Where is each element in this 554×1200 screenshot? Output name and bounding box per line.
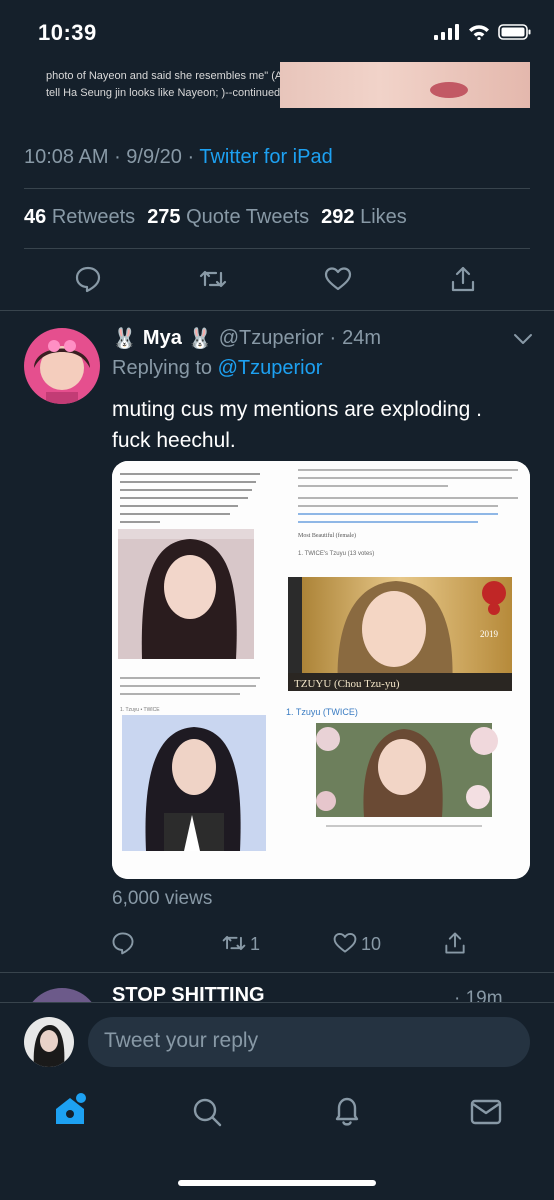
own-avatar-image bbox=[24, 1017, 74, 1067]
divider bbox=[24, 248, 530, 249]
reply-text: muting cus my mentions are exploding . f… bbox=[112, 398, 483, 452]
media-section-title: 1. Tzuyu (TWICE) bbox=[286, 707, 358, 717]
rabbit-emoji: 🐰 bbox=[112, 328, 137, 350]
avatar-image bbox=[24, 328, 100, 404]
media-poster-caption: TZUYU (Chou Tzu-yu) bbox=[294, 678, 400, 690]
quotes-stat[interactable]: 275 Quote Tweets bbox=[147, 206, 309, 229]
tweet-source-link[interactable]: Twitter for iPad bbox=[199, 146, 332, 168]
reply-time: 24m bbox=[342, 327, 382, 349]
chevron-down-icon[interactable] bbox=[512, 332, 534, 346]
tweet-date: 9/9/20 bbox=[126, 146, 182, 168]
quoted-photo bbox=[280, 62, 530, 108]
views-count: 6,000 views bbox=[112, 888, 213, 909]
cellular-signal-icon bbox=[434, 24, 459, 40]
likes-stat[interactable]: 292 Likes bbox=[321, 206, 407, 229]
divider bbox=[24, 188, 530, 189]
avatar[interactable] bbox=[24, 328, 100, 404]
own-avatar bbox=[24, 1017, 74, 1067]
quotes-count: 275 bbox=[147, 206, 181, 228]
retweet-icon[interactable] bbox=[221, 930, 247, 956]
messages-icon[interactable] bbox=[470, 1098, 502, 1126]
media-list-header: Most Beautiful (female) bbox=[298, 532, 356, 539]
like-icon[interactable] bbox=[323, 264, 353, 294]
quoted-photo-lips bbox=[430, 82, 468, 98]
user-handle: @Tzuperior bbox=[218, 327, 324, 349]
mention-link[interactable]: @Tzuperior bbox=[218, 357, 323, 379]
quoted-caption: photo of Nayeon and said she resembles m… bbox=[46, 68, 296, 102]
media-collage: 1. Tzuyu • TWICE Most Beautiful (female)… bbox=[112, 461, 530, 879]
retweets-label: Retweets bbox=[51, 206, 136, 228]
notifications-icon[interactable] bbox=[331, 1094, 363, 1128]
tweet-media[interactable]: 1. Tzuyu • TWICE Most Beautiful (female)… bbox=[112, 461, 530, 879]
quotes-label: Quote Tweets bbox=[186, 206, 310, 228]
status-icons bbox=[434, 24, 532, 40]
home-indicator bbox=[178, 1180, 376, 1186]
retweets-count: 46 bbox=[24, 206, 47, 228]
media-small-label: 1. Tzuyu • TWICE bbox=[120, 707, 160, 713]
likes-count: 292 bbox=[321, 206, 355, 228]
media-year-badge: 2019 bbox=[480, 629, 499, 639]
reply-author[interactable]: 🐰 Mya 🐰 @Tzuperior · 24m bbox=[112, 326, 381, 351]
share-icon[interactable] bbox=[442, 930, 468, 956]
divider bbox=[0, 310, 554, 311]
tweet-stats: 46 Retweets 275 Quote Tweets 292 Likes bbox=[24, 206, 407, 229]
quoted-line-1: photo of Nayeon and said she resembles m… bbox=[46, 70, 283, 82]
reply-icon[interactable] bbox=[110, 930, 136, 956]
replying-to: Replying to @Tzuperior bbox=[112, 357, 322, 380]
media-list-item: 1. TWICE's Tzuyu (13 votes) bbox=[298, 551, 374, 557]
replying-label: Replying to bbox=[112, 357, 213, 379]
like-count: 10 bbox=[361, 934, 382, 954]
like-icon[interactable] bbox=[332, 930, 358, 956]
quoted-line-2: tell Ha Seung jin looks like Nayeon; )--… bbox=[46, 87, 281, 99]
display-name: Mya bbox=[142, 327, 182, 349]
quoted-image-strip[interactable]: photo of Nayeon and said she resembles m… bbox=[30, 62, 530, 108]
search-icon[interactable] bbox=[191, 1096, 223, 1128]
home-icon[interactable] bbox=[52, 1092, 88, 1128]
tweet-timestamp: 10:08 AM · 9/9/20 · Twitter for iPad bbox=[24, 146, 333, 168]
reply-composer: Tweet your reply bbox=[0, 1002, 554, 1082]
share-icon[interactable] bbox=[448, 264, 478, 294]
divider bbox=[0, 972, 554, 973]
status-time: 10:39 bbox=[38, 20, 97, 45]
tweet-time: 10:08 AM bbox=[24, 146, 109, 168]
retweet-icon[interactable] bbox=[198, 264, 228, 294]
reply-icon[interactable] bbox=[73, 264, 103, 294]
rabbit-emoji: 🐰 bbox=[187, 328, 213, 350]
likes-label: Likes bbox=[360, 206, 407, 228]
retweet-count: 1 bbox=[250, 934, 261, 954]
battery-icon bbox=[498, 24, 531, 40]
reply-input[interactable]: Tweet your reply bbox=[88, 1017, 530, 1067]
retweets-stat[interactable]: 46 Retweets bbox=[24, 206, 135, 229]
wifi-icon bbox=[469, 25, 489, 40]
